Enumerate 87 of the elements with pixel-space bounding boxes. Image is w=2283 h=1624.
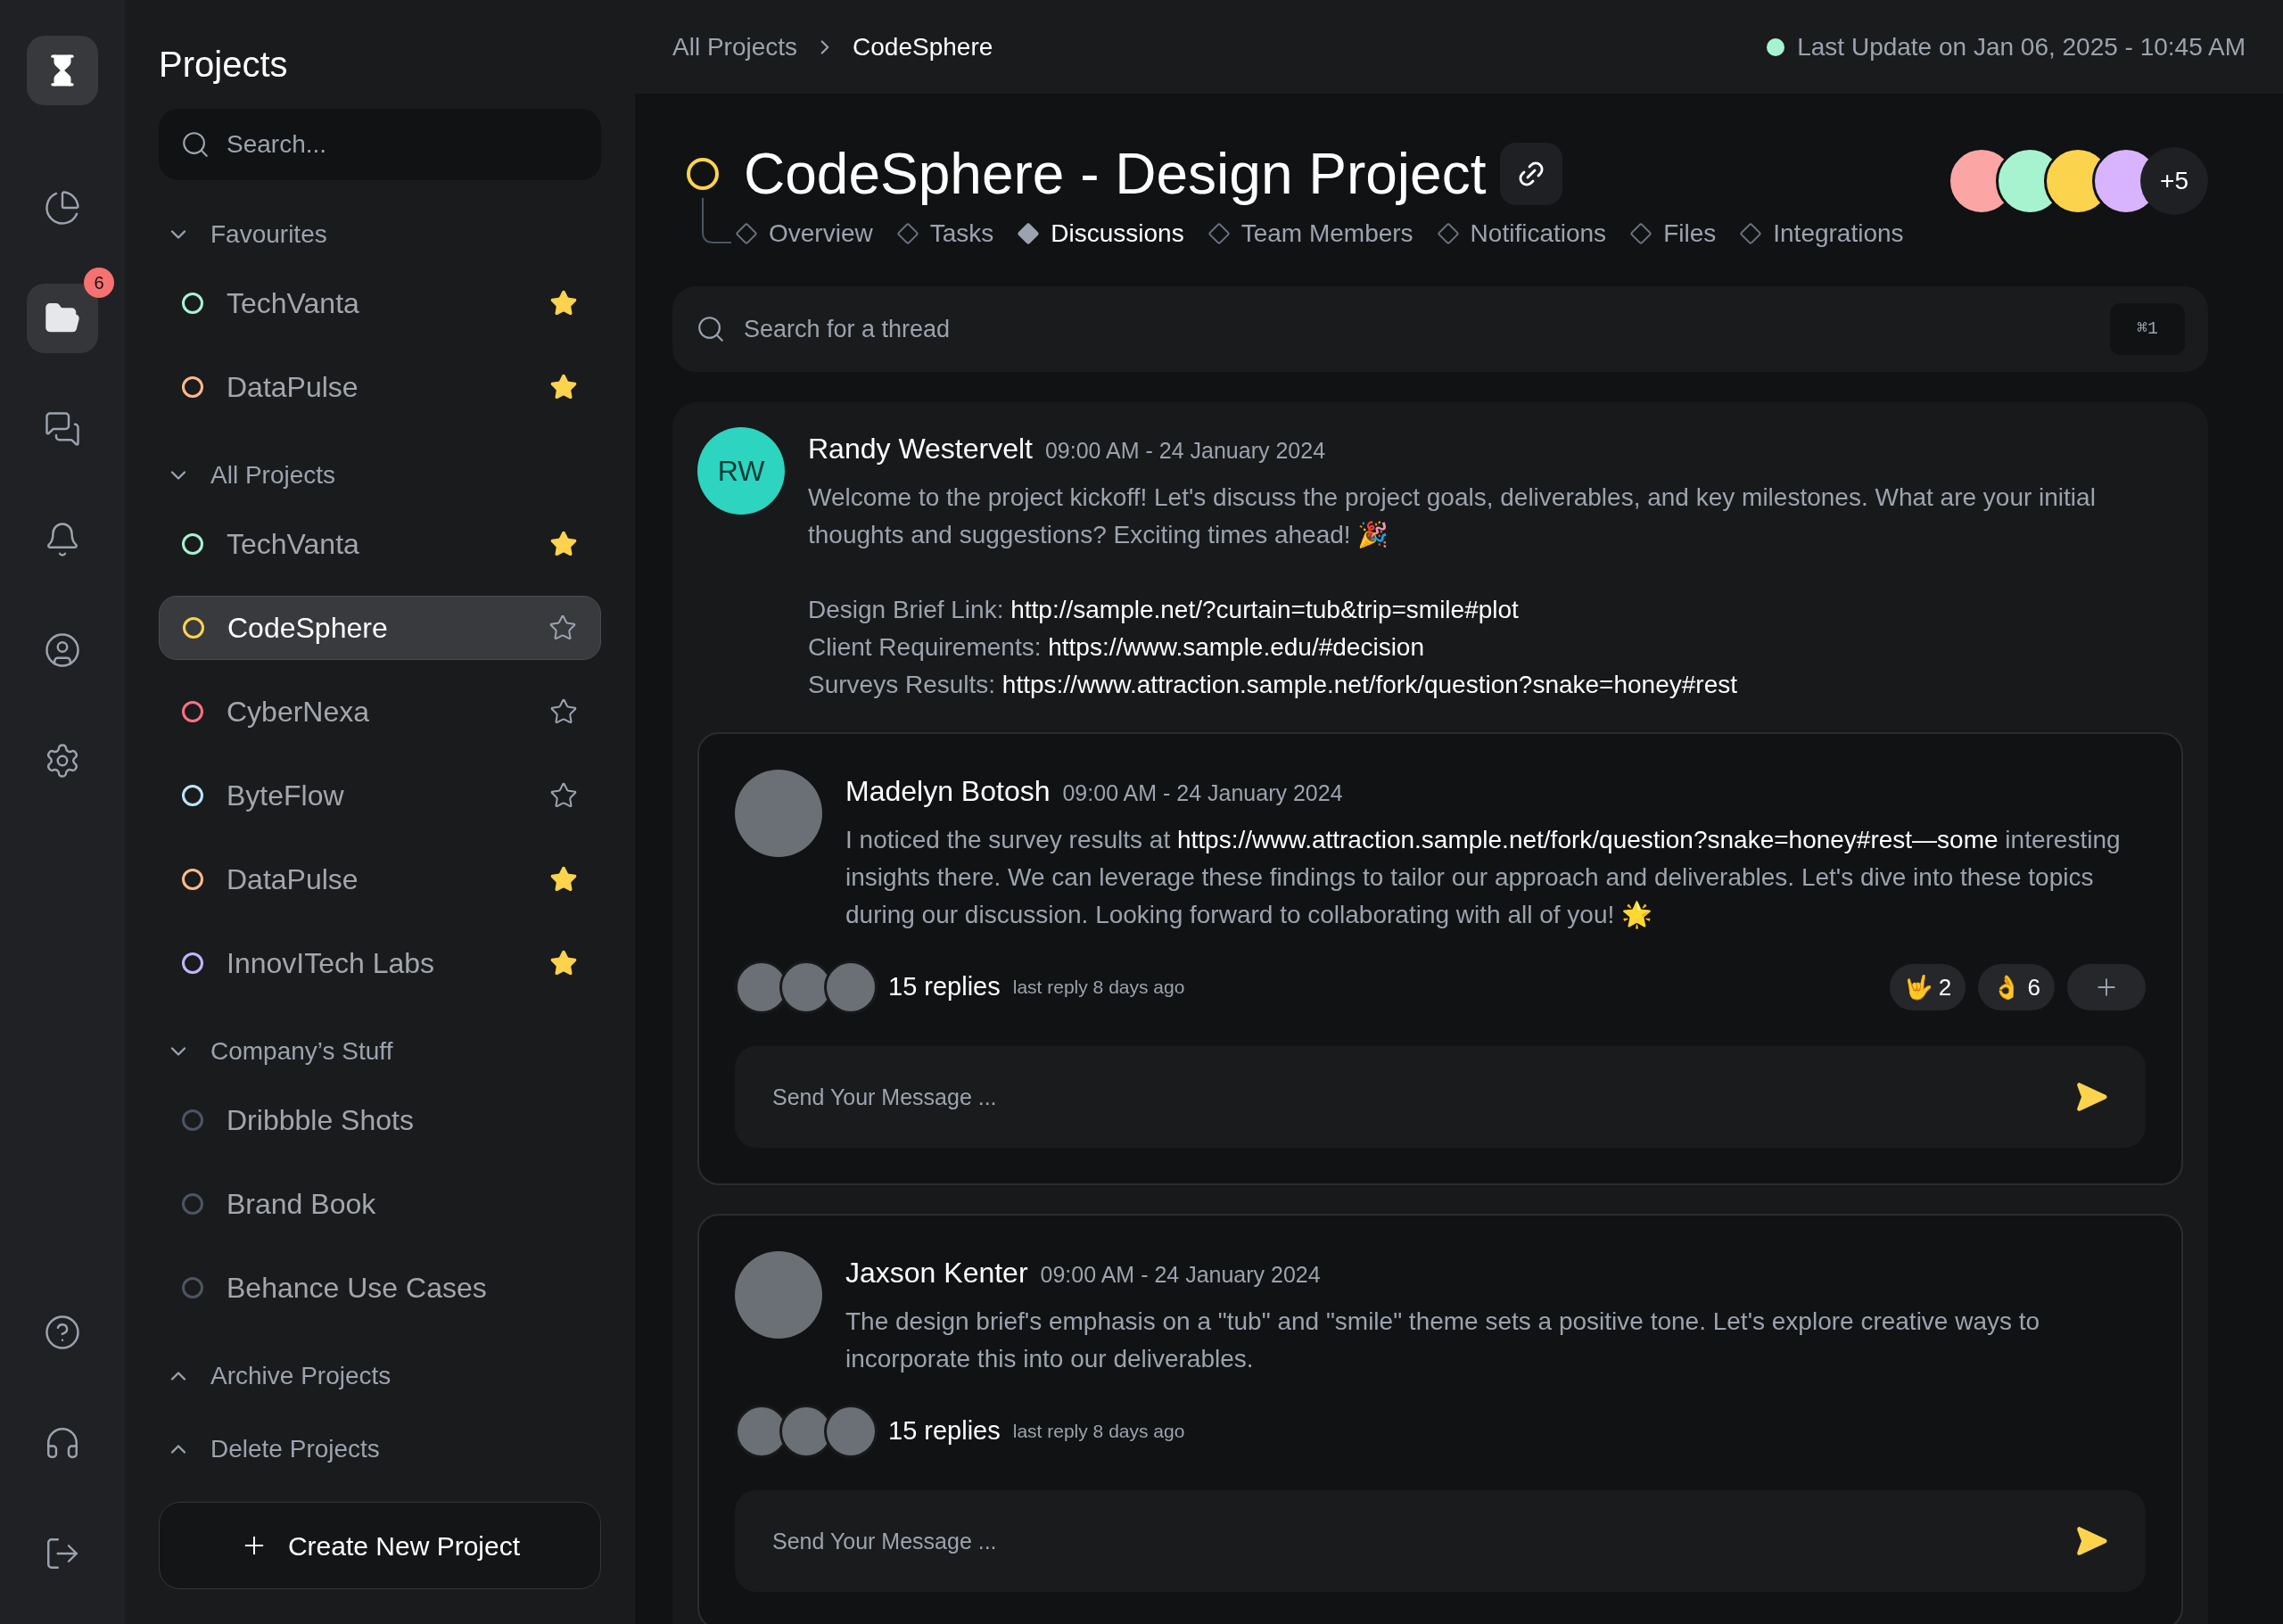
project-name: Dribbble Shots [227,1103,415,1138]
tab[interactable]: Integrations [1743,215,1904,252]
project-name: InnovITech Labs [227,946,436,981]
search-field[interactable]: Search... [159,109,601,180]
project-item[interactable]: DataPulse [159,847,601,911]
project-item[interactable]: TechVanta [159,512,601,576]
breadcrumb-link[interactable]: CodeSphere [853,28,993,66]
tree-connector-line [701,198,731,244]
project-item[interactable]: CodeSphere [159,596,601,660]
project-item[interactable]: CyberNexa [159,680,601,744]
pie-chart-icon [44,189,81,227]
project-item[interactable]: TechVanta [159,271,601,335]
notification-badge: 6 [84,268,114,298]
sidebar-title: Projects [159,44,289,86]
last-reply-text: last reply 8 days ago [1012,1420,1185,1444]
reaction-chip[interactable]: 🤟 2 [1889,964,1966,1010]
link-line: Client Requirements: https://www.sample.edu/#decision [808,632,1425,663]
star-icon[interactable] [549,373,578,401]
project-name: TechVanta [227,286,360,321]
project-item[interactable]: ByteFlow [159,763,601,828]
author-name: Randy Westervelt [808,432,1033,466]
initials-avatar: RW [697,427,785,515]
message-text: I noticed the survey results at https://www.attraction.sample.net/fork/question?snake=honey#rest—some interesting insights there. We can leverage these findings to tailor our approach and deliverables. Let's dive into these topics during our discussion. Looking forward to collaborating with all of you! 🌟 [845,825,2122,931]
author-name: Madelyn Botosh [845,774,1051,809]
tab[interactable]: Files [1633,215,1717,252]
message-composer[interactable]: Send Your Message ... [735,1490,2146,1592]
project-item[interactable]: Behance Use Cases [159,1256,601,1320]
tab[interactable]: Tasks [899,215,994,252]
section-header[interactable]: Delete Projects [159,1413,601,1486]
tab[interactable]: Overview [738,215,873,252]
message-text: Welcome to the project kickoff! Let's discuss the project goals, deliverables, and key milestones. What are your initial thoughts and suggestions? Exciting times ahead! 🎉 [808,482,2097,550]
star-icon[interactable] [549,865,578,894]
shortcut-key: ⌘1 [2110,303,2185,355]
send-icon[interactable] [2074,1080,2108,1114]
search-icon [696,314,726,344]
project-name: TechVanta [227,527,360,562]
send-icon[interactable] [2074,1524,2108,1558]
search-icon [180,129,210,160]
star-icon[interactable] [549,781,578,810]
chat-bubbles-icon [44,410,81,448]
project-item[interactable]: DataPulse [159,355,601,419]
project-name: DataPulse [227,862,359,897]
star-icon[interactable] [549,289,578,317]
project-item[interactable]: InnovITech Labs [159,931,601,995]
reply-count[interactable]: 15 replies [888,968,1001,1007]
message-time: 09:00 AM - 24 January 2024 [1044,437,1326,465]
project-name: CyberNexa [227,695,371,730]
message-link[interactable]: https://www.attraction.sample.net/fork/question?snake=honey#rest [1001,671,1737,698]
tab[interactable]: Discussions [1020,215,1184,252]
section-header[interactable]: All Projects [159,439,601,512]
copy-link-button[interactable] [1500,143,1563,205]
message-link[interactable]: https://www.attraction.sample.net/fork/question?snake=honey#rest—some [1176,826,1999,853]
project-name: ByteFlow [227,779,345,813]
help-icon [44,1314,81,1351]
breadcrumb-link[interactable]: All Projects [672,28,798,66]
last-reply-text: last reply 8 days ago [1012,976,1185,1000]
more-members-count[interactable]: +5 [2140,147,2208,215]
message-link[interactable]: http://sample.net/?curtain=tub&trip=smile#plot [1010,596,1519,623]
last-update-text: Last Update on Jan 06, 2025 - 10:45 AM [1797,31,2246,62]
project-item[interactable]: Brand Book [159,1172,601,1236]
reply-count[interactable]: 15 replies [888,1412,1001,1451]
section-header[interactable]: Favourites [159,198,601,271]
section-header[interactable]: Archive Projects [159,1340,601,1413]
message-time: 09:00 AM - 24 January 2024 [1062,779,1343,807]
tab[interactable]: Notifications [1439,215,1607,252]
link-line: Surveys Results: https://www.attraction.sample.net/fork/question?snake=honey#rest [808,670,1738,700]
section-header[interactable]: Company’s Stuff [159,1015,601,1088]
create-project-button[interactable]: Create New Project [159,1502,601,1589]
user-circle-icon [44,631,81,669]
project-name: DataPulse [227,370,359,405]
star-icon[interactable] [549,697,578,726]
author-name: Jaxson Kenter [845,1256,1028,1290]
message-composer[interactable]: Send Your Message ... [735,1046,2146,1148]
project-item[interactable]: Dribbble Shots [159,1088,601,1152]
message-link[interactable]: https://www.sample.edu/#decision [1048,633,1424,661]
star-icon[interactable] [549,949,578,977]
project-name: Brand Book [227,1187,377,1222]
message-text: The design brief's emphasis on a "tub" and "smile" theme sets a positive tone. Let's explore creative ways to incorporate this into our deliverables. [845,1307,2041,1374]
project-name: Behance Use Cases [227,1271,488,1306]
project-title: CodeSphere - Design Project [744,141,1487,208]
star-icon[interactable] [548,614,577,642]
star-icon[interactable] [549,530,578,558]
message-time: 09:00 AM - 24 January 2024 [1040,1261,1321,1289]
tab[interactable]: Team Members [1210,215,1413,252]
link-line: Design Brief Link: http://sample.net/?curtain=tub&trip=smile#plot [808,595,1520,625]
reaction-chip[interactable]: 👌 6 [1978,964,2055,1010]
project-name: CodeSphere [227,611,389,646]
